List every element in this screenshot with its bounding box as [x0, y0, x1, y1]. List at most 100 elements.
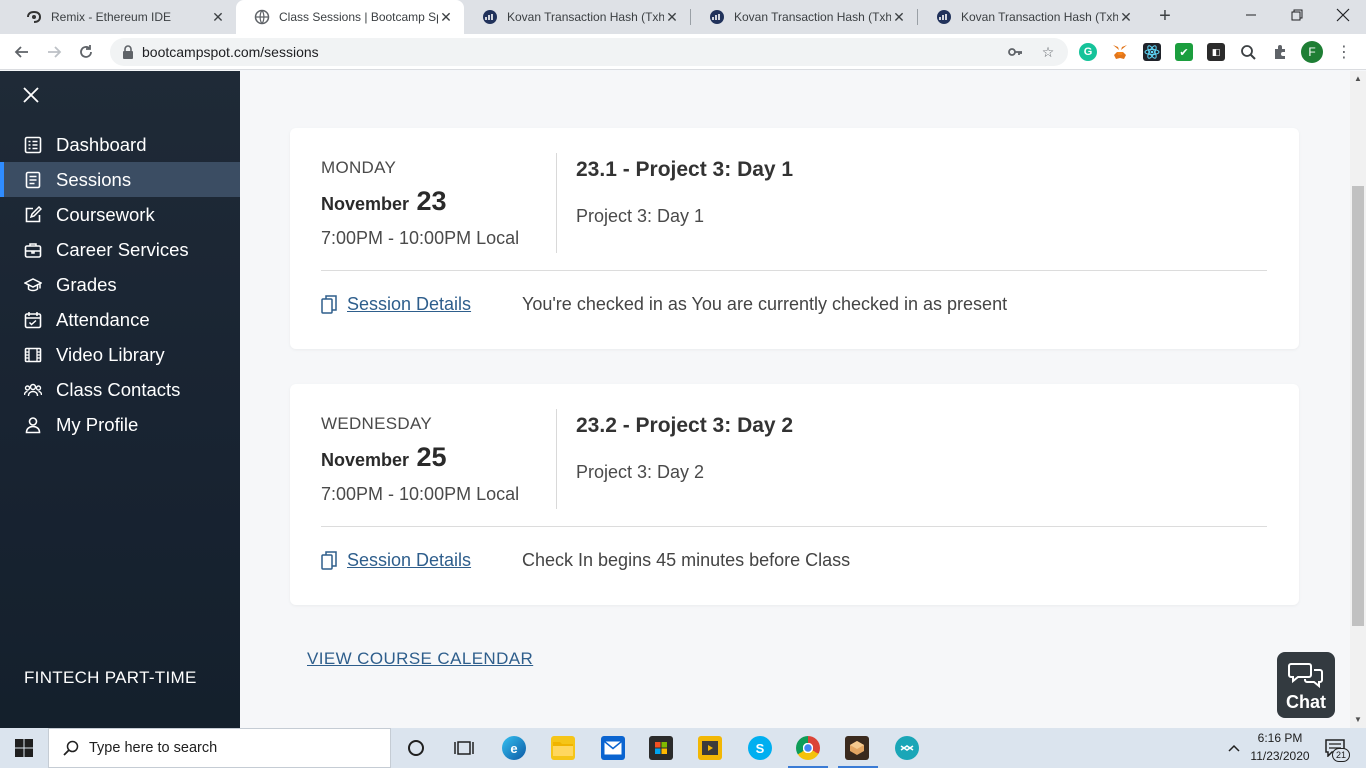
close-tab-icon[interactable]: ✕: [438, 9, 454, 25]
session-details-label: Session Details: [347, 294, 472, 314]
sidebar-item-video-library[interactable]: Video Library: [0, 337, 240, 372]
address-bar[interactable]: bootcampspot.com/sessions ☆: [110, 38, 1068, 66]
sidebar-item-label: Video Library: [56, 343, 165, 365]
url-text: bootcampspot.com/sessions: [142, 44, 319, 60]
tray-chevron-icon[interactable]: [1222, 736, 1246, 760]
remix-icon: [26, 9, 42, 25]
close-tab-icon[interactable]: ✕: [891, 9, 907, 25]
edge-icon[interactable]: e: [502, 736, 526, 760]
store-icon[interactable]: [649, 736, 673, 760]
sidebar-item-attendance[interactable]: Attendance: [0, 302, 240, 337]
sidebar-item-label: Grades: [56, 273, 117, 295]
dashboard-icon: [24, 136, 42, 153]
browser-tab[interactable]: Kovan Transaction Hash (Txhas ✕: [464, 0, 690, 34]
sidebar-item-coursework[interactable]: Coursework: [0, 197, 240, 232]
react-devtools-icon[interactable]: [1143, 43, 1161, 61]
session-title: 23.1 - Project 3: Day 1: [576, 158, 794, 181]
scrollbar-thumb[interactable]: [1352, 186, 1364, 626]
close-tab-icon[interactable]: ✕: [210, 9, 226, 25]
browser-tab[interactable]: Kovan Transaction Hash (Txhas ✕: [691, 0, 917, 34]
tab-title: Kovan Transaction Hash (Txhas: [734, 10, 891, 24]
browser-menu-icon[interactable]: ⋮: [1336, 42, 1352, 62]
skype-icon[interactable]: S: [748, 736, 772, 760]
tab-title: Kovan Transaction Hash (Txhas: [507, 10, 664, 24]
ganache-icon[interactable]: [845, 736, 869, 760]
calendar-check-icon: [24, 311, 42, 328]
scroll-up-icon[interactable]: ▲: [1354, 75, 1362, 83]
clock-time[interactable]: 6:16 PM: [1250, 731, 1310, 745]
sidebar-item-dashboard[interactable]: Dashboard: [0, 127, 240, 162]
magnifier-extension-icon[interactable]: [1239, 43, 1257, 61]
session-date: November 23: [321, 186, 447, 217]
session-month: November: [321, 450, 410, 470]
metamask-icon[interactable]: [1111, 43, 1129, 61]
edit-icon: [25, 205, 42, 222]
bookmark-star-icon[interactable]: ☆: [1040, 44, 1056, 60]
back-icon[interactable]: [10, 40, 34, 64]
vertical-divider: [556, 409, 557, 509]
taskbar-search-placeholder: Type here to search: [89, 740, 218, 756]
new-tab-button[interactable]: +: [1154, 5, 1176, 27]
user-icon: [25, 416, 41, 433]
search-icon: [63, 740, 79, 756]
card-divider: [321, 526, 1267, 527]
close-tab-icon[interactable]: ✕: [1118, 9, 1134, 25]
taskbar-search-input[interactable]: Type here to search: [48, 728, 391, 768]
sidebar-item-label: Dashboard: [56, 133, 147, 155]
sidebar-item-grades[interactable]: Grades: [0, 267, 240, 302]
scroll-down-icon[interactable]: ▼: [1354, 716, 1362, 724]
forward-icon[interactable]: [42, 40, 66, 64]
session-details-link[interactable]: Session Details: [321, 550, 471, 571]
close-tab-icon[interactable]: ✕: [664, 9, 680, 25]
media-player-icon[interactable]: [698, 736, 722, 760]
copy-document-icon: [321, 551, 337, 570]
clock-date[interactable]: 11/23/2020: [1246, 749, 1314, 763]
mail-icon[interactable]: [601, 736, 625, 760]
sidebar-item-label: Career Services: [56, 238, 189, 260]
close-sidebar-icon[interactable]: [22, 86, 40, 104]
sessions-icon: [25, 171, 41, 188]
sidebar-item-sessions[interactable]: Sessions: [0, 162, 240, 197]
view-course-calendar-link[interactable]: VIEW COURSE CALENDAR: [307, 649, 533, 669]
chat-button[interactable]: Chat: [1277, 652, 1335, 718]
session-day: 25: [416, 442, 447, 472]
etherscan-icon: [936, 9, 952, 25]
sidebar-item-label: Class Contacts: [56, 378, 181, 400]
grammarly-icon[interactable]: G: [1079, 43, 1097, 61]
main-content: MONDAY November 23 7:00PM - 10:00PM Loca…: [240, 71, 1350, 728]
chrome-icon[interactable]: [796, 736, 820, 760]
minimize-icon[interactable]: [1228, 0, 1274, 30]
file-explorer-icon[interactable]: [551, 736, 575, 760]
key-icon[interactable]: [1007, 44, 1023, 60]
notification-count-badge: 21: [1332, 748, 1350, 762]
dark-extension-icon[interactable]: ◧: [1207, 43, 1225, 61]
browser-tab-active[interactable]: Class Sessions | Bootcamp Spo ✕: [236, 0, 464, 34]
cortana-icon[interactable]: [404, 736, 428, 760]
reload-icon[interactable]: [74, 40, 98, 64]
session-day: 23: [416, 186, 447, 216]
browser-tab-bar: Remix - Ethereum IDE ✕ Class Sessions | …: [0, 0, 1366, 34]
close-window-icon[interactable]: [1320, 0, 1366, 30]
windows-start-icon[interactable]: [0, 728, 48, 768]
restore-icon[interactable]: [1274, 0, 1320, 30]
session-subtitle: Project 3: Day 2: [576, 462, 705, 482]
tab-title: Kovan Transaction Hash (Txhas: [961, 10, 1118, 24]
browser-tab[interactable]: Remix - Ethereum IDE ✕: [8, 0, 236, 34]
task-view-icon[interactable]: [452, 736, 476, 760]
checkmark-extension-icon[interactable]: ✔: [1175, 43, 1193, 61]
puzzle-extensions-icon[interactable]: [1271, 43, 1289, 61]
session-details-link[interactable]: Session Details: [321, 294, 471, 315]
sidebar-item-label: Coursework: [56, 203, 155, 225]
profile-avatar[interactable]: F: [1301, 41, 1323, 63]
browser-tab[interactable]: Kovan Transaction Hash (Txhas ✕: [918, 0, 1144, 34]
sidebar-item-class-contacts[interactable]: Class Contacts: [0, 372, 240, 407]
session-card: MONDAY November 23 7:00PM - 10:00PM Loca…: [290, 128, 1299, 349]
etherscan-icon: [482, 9, 498, 25]
sidebar-item-career-services[interactable]: Career Services: [0, 232, 240, 267]
sidebar: Dashboard Sessions Coursework Career Ser…: [0, 71, 240, 728]
teal-app-icon[interactable]: [895, 736, 919, 760]
page-scrollbar[interactable]: ▲ ▼: [1350, 71, 1366, 728]
sidebar-item-my-profile[interactable]: My Profile: [0, 407, 240, 442]
tab-title: Remix - Ethereum IDE: [51, 10, 172, 24]
briefcase-icon: [24, 242, 42, 258]
